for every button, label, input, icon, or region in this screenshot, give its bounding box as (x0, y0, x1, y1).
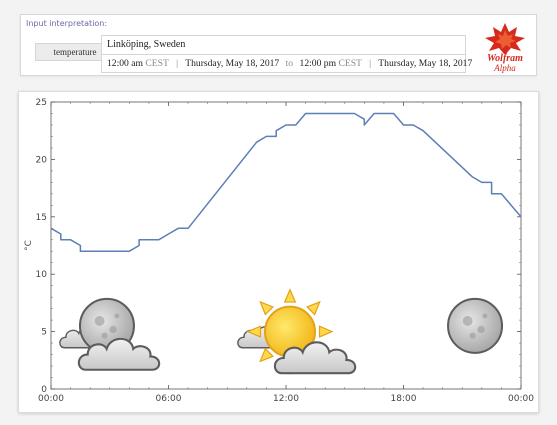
moon-crater (477, 325, 485, 334)
x-tick-label: 00:00 (38, 394, 64, 404)
y-tick-label: 5 (41, 328, 47, 338)
weather-icons (59, 288, 504, 376)
moon-crater (109, 325, 117, 334)
end-time: 12:00 pm (299, 58, 337, 69)
moon-crater (94, 316, 105, 326)
input-interpretation-title: Input interpretation: (26, 19, 108, 28)
sun-ray (318, 325, 334, 338)
moon-crater (462, 316, 473, 326)
temperature-chart-panel: 0 5 10 15 20 25 00:00 06:00 12:00 18:00 00:00 °C (18, 91, 539, 413)
x-tick-label: 06:00 (156, 394, 182, 404)
clear-night-icon (447, 297, 504, 354)
moon-crater (114, 313, 120, 319)
wolfram-alpha-logo[interactable]: Wolfram Alpha (480, 22, 530, 74)
end-timezone: CEST (338, 58, 362, 69)
logo-text-alpha: Alpha (494, 63, 516, 73)
end-date: Thursday, May 18, 2017 (378, 58, 473, 69)
time-range: 12:00 am CEST | Thursday, May 18, 2017 t… (107, 58, 472, 69)
moon-icon (447, 297, 504, 354)
sun-ray (259, 300, 274, 316)
moon-disc (447, 297, 504, 354)
y-tick-label: 15 (36, 213, 47, 223)
moon-crater (101, 332, 108, 339)
temperature-line (50, 112, 522, 252)
separator: | (176, 58, 179, 69)
input-interpretation-panel: Input interpretation: temperature Linköp… (20, 14, 537, 76)
moon-crater (469, 332, 476, 339)
sun-ray (283, 288, 297, 303)
temperature-chart: 051015202500:00 06:00 12:00 18:00 00:00°C (24, 98, 534, 404)
x-tick-label: 00:00 (508, 394, 534, 404)
sun-ray (259, 347, 274, 363)
range-to: to (285, 58, 294, 69)
start-timezone: CEST (145, 58, 169, 69)
sun-ray (306, 300, 321, 316)
parameter-value-box: Linköping, Sweden 12:00 am CEST | Thursd… (101, 35, 472, 73)
value-divider (102, 54, 465, 55)
y-tick-label: 10 (36, 270, 48, 280)
partly-cloudy-icon (237, 288, 357, 376)
start-date: Thursday, May 18, 2017 (185, 58, 280, 69)
x-tick-label: 18:00 (391, 394, 417, 404)
separator: | (369, 58, 372, 69)
wolfram-star-icon (485, 23, 525, 55)
y-tick-label: 25 (36, 98, 47, 108)
chart-series (50, 112, 522, 252)
y-tick-label: 20 (36, 155, 48, 165)
x-tick-label: 12:00 (273, 394, 299, 404)
night-cloudy-icon (59, 297, 161, 371)
y-axis-label: °C (24, 240, 34, 251)
location-value: Linköping, Sweden (107, 39, 186, 50)
moon-crater (482, 313, 488, 319)
start-time: 12:00 am (107, 58, 143, 69)
